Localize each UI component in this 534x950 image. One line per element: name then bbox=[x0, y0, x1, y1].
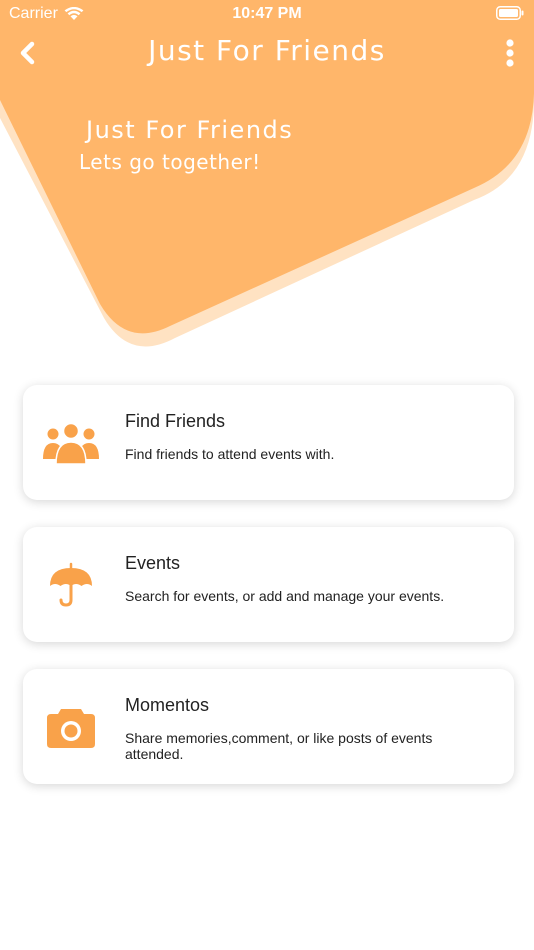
card-description: Find friends to attend events with. bbox=[125, 446, 335, 462]
hero-subtitle: Lets go together! bbox=[79, 150, 261, 174]
events-card[interactable]: Events Search for events, or add and man… bbox=[23, 527, 514, 642]
momentos-card[interactable]: Momentos Share memories,comment, or like… bbox=[23, 669, 514, 784]
umbrella-icon bbox=[43, 561, 99, 609]
battery-icon bbox=[496, 6, 524, 20]
card-description: Share memories,comment, or like posts of… bbox=[125, 730, 433, 762]
status-bar: Carrier 10:47 PM bbox=[0, 0, 534, 28]
status-time: 10:47 PM bbox=[232, 5, 302, 22]
card-title: Find Friends bbox=[125, 411, 226, 431]
hero-title: Just For Friends bbox=[86, 116, 294, 144]
find-friends-card[interactable]: Find Friends Find friends to attend even… bbox=[23, 385, 514, 500]
card-description: Search for events, or add and manage you… bbox=[125, 588, 445, 604]
camera-icon bbox=[43, 703, 99, 751]
card-title: Momentos bbox=[125, 695, 210, 715]
more-vertical-icon bbox=[506, 39, 514, 67]
card-title: Events bbox=[125, 553, 181, 573]
menu-card-list: Find Friends Find friends to attend even… bbox=[23, 385, 514, 811]
group-icon bbox=[43, 419, 99, 467]
nav-bar: Just For Friends bbox=[0, 28, 534, 78]
nav-title: Just For Friends bbox=[148, 34, 386, 67]
more-menu-button[interactable] bbox=[500, 38, 520, 68]
